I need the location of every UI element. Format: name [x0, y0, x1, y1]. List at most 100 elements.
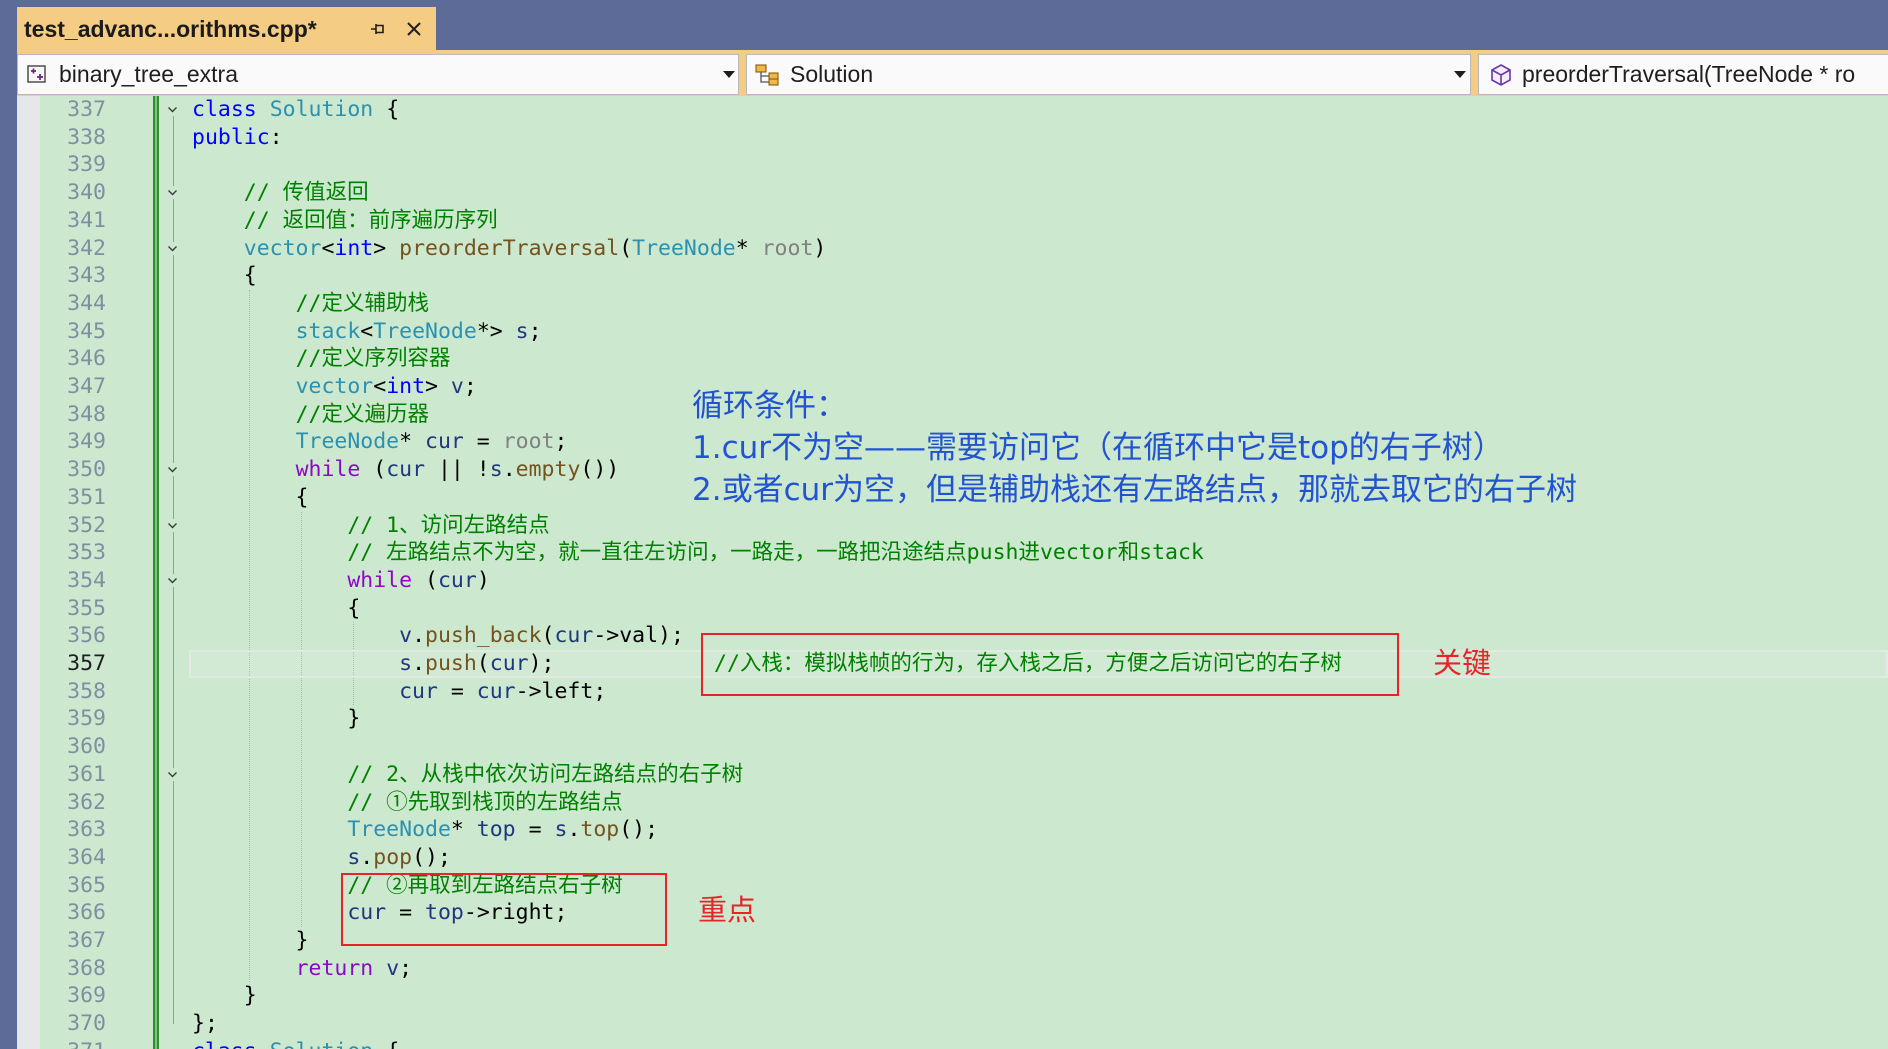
code-line[interactable]: 353 // 左路结点不为空，就一直往左访问，一路走，一路把沿途结点push进v…: [17, 539, 1888, 567]
code-text[interactable]: TreeNode* cur = root;: [192, 428, 568, 456]
collapse-chevron-icon[interactable]: [166, 186, 179, 200]
code-token: (: [619, 235, 633, 261]
code-line[interactable]: 369 }: [17, 982, 1888, 1010]
code-text[interactable]: //定义遍历器: [192, 401, 429, 429]
code-token: {: [373, 97, 400, 122]
code-text[interactable]: }: [192, 982, 257, 1010]
code-text[interactable]: s.push(cur);: [192, 650, 554, 678]
code-text[interactable]: }: [192, 927, 309, 955]
code-line[interactable]: 339: [17, 151, 1888, 179]
code-text[interactable]: cur = cur->left;: [192, 678, 606, 706]
line-number: 369: [67, 983, 106, 1009]
code-token: s: [347, 844, 361, 870]
code-text[interactable]: return v;: [192, 955, 413, 983]
collapse-chevron-icon[interactable]: [166, 767, 179, 781]
line-number: 363: [67, 817, 106, 843]
collapse-chevron-icon[interactable]: [166, 103, 179, 116]
code-editor[interactable]: 337 class Solution {338 public: 339 340 // 传…: [17, 96, 1888, 1049]
line-number: 352: [67, 512, 106, 538]
code-line[interactable]: 341 // 返回值：前序遍历序列: [17, 207, 1888, 235]
code-text[interactable]: stack<TreeNode*> s;: [192, 318, 542, 346]
code-text[interactable]: // 传值返回: [192, 179, 369, 207]
code-text[interactable]: {: [192, 262, 257, 290]
collapse-chevron-icon[interactable]: [166, 463, 179, 477]
code-line[interactable]: 342 vector<int> preorderTraversal(TreeNo…: [17, 235, 1888, 263]
code-text[interactable]: class Solution {: [192, 96, 399, 124]
code-text[interactable]: // ①先取到栈顶的左路结点: [192, 789, 622, 817]
code-text[interactable]: // 2、从栈中依次访问左路结点的右子树: [192, 761, 743, 789]
code-line[interactable]: 370};: [17, 1010, 1888, 1038]
code-line[interactable]: 344 //定义辅助栈: [17, 290, 1888, 318]
code-token: ): [813, 235, 827, 261]
code-text[interactable]: vector<int> v;: [192, 373, 477, 401]
code-token: <: [321, 235, 335, 261]
scope-dropdown-label: Solution: [790, 61, 874, 87]
code-line[interactable]: 340 // 传值返回: [17, 179, 1888, 207]
code-text[interactable]: public:: [192, 124, 283, 152]
chevron-down-icon[interactable]: [723, 71, 735, 78]
code-text[interactable]: };: [192, 1010, 218, 1038]
code-token: {: [373, 1039, 399, 1049]
code-token: || !: [425, 457, 490, 483]
code-text[interactable]: s.pop();: [192, 844, 451, 872]
code-lines[interactable]: 337 class Solution {338 public: 339 340 // 传…: [17, 96, 1888, 1049]
code-text[interactable]: // 左路结点不为空，就一直往左访问，一路走，一路把沿途结点push进vecto…: [192, 539, 1204, 567]
member-dropdown[interactable]: preorderTraversal(TreeNode * ro: [1478, 54, 1888, 95]
code-token: cur: [554, 623, 594, 649]
code-text[interactable]: //定义辅助栈: [192, 290, 429, 318]
code-token: ;: [554, 429, 568, 455]
code-line[interactable]: 362 // ①先取到栈顶的左路结点: [17, 789, 1888, 817]
code-text[interactable]: {: [192, 595, 360, 623]
collapse-chevron-icon[interactable]: [166, 573, 179, 587]
code-line[interactable]: 338 public:: [17, 124, 1888, 152]
code-token: int: [334, 235, 374, 261]
project-dropdown[interactable]: binary_tree_extra: [17, 54, 739, 95]
cpp-project-icon: [27, 65, 46, 83]
code-text[interactable]: // 1、访问左路结点: [192, 512, 549, 540]
code-token: ;: [593, 678, 607, 704]
line-number: 370: [67, 1011, 106, 1037]
collapse-chevron-icon[interactable]: [166, 518, 179, 532]
code-line[interactable]: 365 // ②再取到左路结点右子树: [17, 872, 1888, 900]
code-text[interactable]: TreeNode* top = s.top();: [192, 816, 658, 844]
document-tab[interactable]: test_advanc...orithms.cpp*: [17, 7, 436, 51]
line-number: 338: [67, 124, 106, 150]
code-line[interactable]: 361 // 2、从栈中依次访问左路结点的右子树: [17, 761, 1888, 789]
code-token: TreeNode: [295, 429, 400, 455]
code-text[interactable]: vector<int> preorderTraversal(TreeNode* …: [192, 235, 827, 263]
code-text[interactable]: v.push_back(cur->val);: [192, 622, 684, 650]
code-text[interactable]: class Solution {: [192, 1038, 399, 1049]
code-line[interactable]: 346 //定义序列容器: [17, 345, 1888, 373]
chevron-down-icon[interactable]: [1454, 71, 1466, 78]
collapse-chevron-icon[interactable]: [166, 241, 179, 255]
code-line[interactable]: 368 return v;: [17, 955, 1888, 983]
code-line[interactable]: 371 class Solution {: [17, 1038, 1888, 1049]
code-line[interactable]: 352 // 1、访问左路结点: [17, 512, 1888, 540]
code-line[interactable]: 337 class Solution {: [17, 96, 1888, 124]
code-line[interactable]: 366 cur = top->right;: [17, 899, 1888, 927]
code-line[interactable]: 364 s.pop();: [17, 844, 1888, 872]
code-token: push_back: [425, 623, 542, 649]
scope-dropdown[interactable]: Solution: [746, 54, 1471, 95]
code-text[interactable]: }: [192, 705, 360, 733]
code-line[interactable]: 360: [17, 733, 1888, 761]
code-line[interactable]: 354 while (cur): [17, 567, 1888, 595]
code-line[interactable]: 343 {: [17, 262, 1888, 290]
code-text[interactable]: {: [192, 484, 309, 512]
pin-icon[interactable]: [370, 21, 386, 37]
code-text[interactable]: // 返回值：前序遍历序列: [192, 207, 498, 235]
code-line[interactable]: 355 {: [17, 595, 1888, 623]
code-line[interactable]: 367 }: [17, 927, 1888, 955]
code-text[interactable]: while (cur || !s.empty()): [192, 456, 620, 484]
code-line[interactable]: 345 stack<TreeNode*> s;: [17, 318, 1888, 346]
close-icon[interactable]: [405, 20, 423, 38]
code-line[interactable]: 363 TreeNode* top = s.top();: [17, 816, 1888, 844]
code-line[interactable]: 359 }: [17, 705, 1888, 733]
code-text[interactable]: //定义序列容器: [192, 345, 451, 373]
code-text[interactable]: while (cur): [192, 567, 489, 595]
